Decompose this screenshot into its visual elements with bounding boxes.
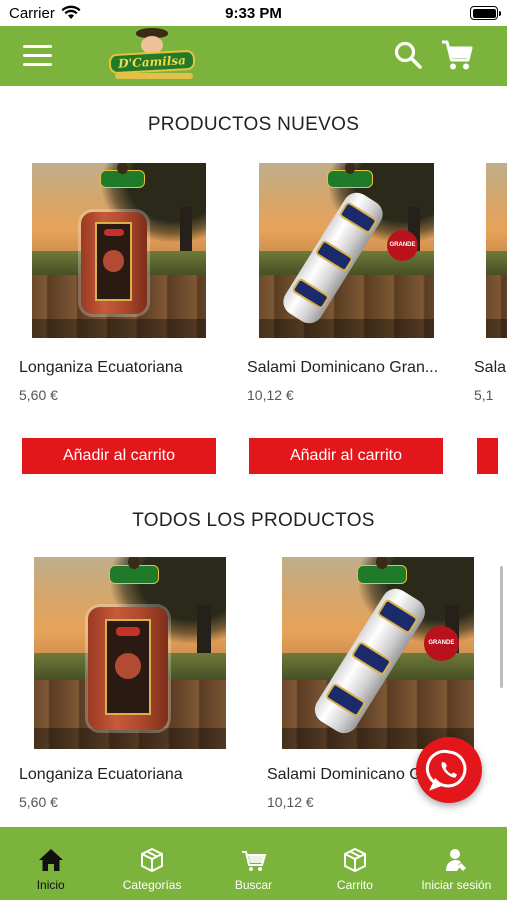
- whatsapp-icon: [425, 749, 467, 791]
- brand-logo[interactable]: D'Camilsa: [107, 28, 197, 84]
- search-icon[interactable]: [393, 40, 423, 70]
- box-icon: [141, 847, 164, 873]
- nav-label: Buscar: [234, 878, 273, 892]
- app-header: D'Camilsa: [0, 26, 507, 86]
- product-price: 5,60 €: [19, 387, 58, 403]
- product-image[interactable]: [486, 163, 507, 338]
- nav-label: Carrito: [336, 878, 373, 892]
- nav-item-inicio[interactable]: Inicio: [0, 827, 101, 900]
- clock: 9:33 PM: [225, 5, 282, 22]
- product-price: 10,12 €: [267, 794, 314, 810]
- product-image[interactable]: [34, 557, 226, 749]
- nav-label: Categorías: [122, 878, 182, 892]
- add-to-cart-button[interactable]: Añadir al carrito: [249, 438, 443, 474]
- product-name[interactable]: Salami Dominicano Gran...: [247, 359, 452, 377]
- add-to-cart-button[interactable]: Añadir al carrito: [22, 438, 216, 474]
- grande-badge: GRANDE: [424, 626, 459, 661]
- nav-item-carrito[interactable]: Carrito: [304, 827, 405, 900]
- battery-icon: [470, 6, 501, 20]
- product-name[interactable]: Sala: [474, 359, 507, 377]
- nav-label: Iniciar sesión: [421, 878, 492, 892]
- product-image[interactable]: GRANDE: [282, 557, 474, 749]
- nav-item-buscar[interactable]: Buscar: [203, 827, 304, 900]
- add-to-cart-button[interactable]: [477, 438, 498, 474]
- product-price: 5,1: [474, 387, 494, 403]
- product-price: 5,60 €: [19, 794, 58, 810]
- cart-icon[interactable]: [440, 38, 474, 72]
- logo-text: D'Camilsa: [117, 53, 187, 71]
- scrollbar[interactable]: [500, 566, 503, 688]
- product-name[interactable]: Salami Dominicano G: [267, 766, 417, 784]
- product-image[interactable]: GRANDE: [259, 163, 434, 338]
- nav-label: Inicio: [36, 878, 65, 892]
- product-name[interactable]: Longaniza Ecuatoriana: [19, 359, 219, 377]
- product-price: 10,12 €: [247, 387, 294, 403]
- box-icon: [343, 847, 366, 873]
- section-title-all-products: TODOS LOS PRODUCTOS: [132, 510, 375, 531]
- nav-item-categorias[interactable]: Categorías: [101, 827, 202, 900]
- user-icon: [446, 849, 467, 871]
- hamburger-icon: [23, 45, 52, 48]
- bottom-nav: Inicio Categorías Buscar Carrito Iniciar…: [0, 827, 507, 900]
- cart-search-icon: [241, 851, 266, 871]
- menu-button[interactable]: [23, 45, 52, 67]
- product-image[interactable]: [32, 163, 206, 338]
- whatsapp-button[interactable]: [416, 737, 482, 803]
- section-title-new-products: PRODUCTOS NUEVOS: [147, 114, 360, 135]
- nav-item-iniciar-sesion[interactable]: Iniciar sesión: [406, 827, 507, 900]
- status-bar: Carrier 9:33 PM: [0, 0, 507, 26]
- grande-badge: GRANDE: [386, 229, 419, 261]
- home-icon: [38, 849, 63, 871]
- product-name[interactable]: Longaniza Ecuatoriana: [19, 766, 229, 784]
